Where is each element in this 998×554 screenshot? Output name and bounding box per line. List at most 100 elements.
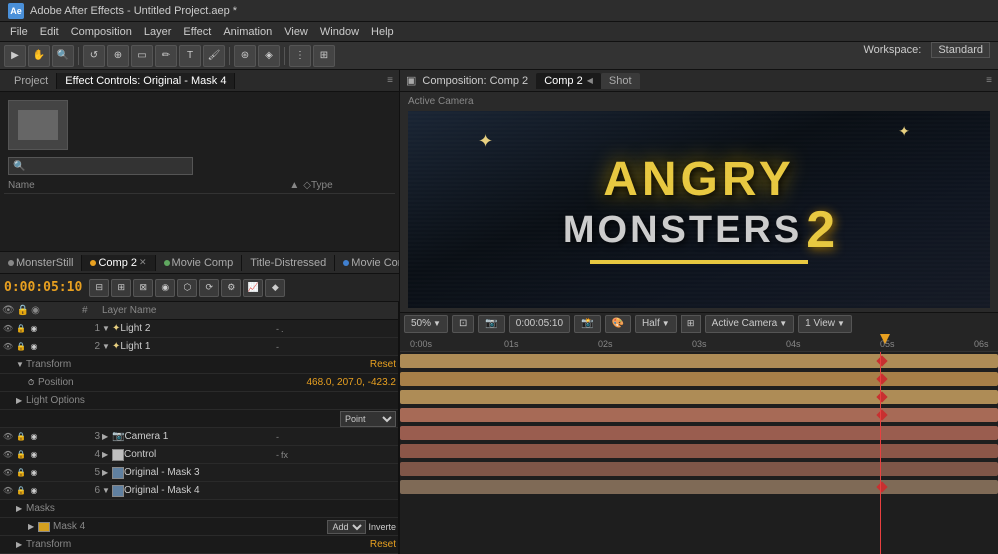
snapshot-btn[interactable]: 📷 (478, 315, 504, 333)
tool-brush[interactable]: 🖌 (203, 45, 225, 67)
position-stopwatch[interactable]: ⏱ (28, 378, 38, 388)
camera-view-btn[interactable]: Active Camera ▼ (705, 315, 795, 333)
layer3-icon3[interactable]: ◉ (28, 431, 40, 443)
btn-graph[interactable]: 📈 (243, 279, 263, 297)
tab-close-comp2[interactable]: ✕ (139, 257, 147, 268)
sub-transform-2[interactable]: ▶ Transform Reset (0, 536, 398, 554)
layer2-icon3[interactable]: ◉ (28, 341, 40, 353)
layer-row-control[interactable]: 👁 🔒 ◉ 4 ▶ Control - fx (0, 446, 398, 464)
btn-expand[interactable]: ⊞ (111, 279, 131, 297)
btn-settings[interactable]: ⚙ (221, 279, 241, 297)
tab-effect-controls[interactable]: Effect Controls: Original - Mask 4 (57, 73, 235, 89)
search-input[interactable] (25, 157, 185, 175)
expand-arrow-light-options[interactable]: ▶ (16, 396, 26, 405)
tool-zoom[interactable]: 🔍 (52, 45, 74, 67)
reset-transform[interactable]: Reset (370, 359, 396, 370)
menu-help[interactable]: Help (365, 24, 400, 40)
workspace-value[interactable]: Standard (931, 42, 990, 58)
sub-position[interactable]: ⏱ Position 468.0, 207.0, -423.2 (0, 374, 398, 392)
layer-row-camera1[interactable]: 👁 🔒 ◉ 3 ▶ 📷 Camera 1 - (0, 428, 398, 446)
tab-project[interactable]: Project (6, 73, 57, 89)
layer-row-mask3[interactable]: 👁 🔒 ◉ 5 ▶ Original - Mask 3 (0, 464, 398, 482)
zoom-btn[interactable]: 50% ▼ (404, 315, 448, 333)
btn-collapse[interactable]: ⊠ (133, 279, 153, 297)
layer-row-light2[interactable]: 👁 🔒 ◉ 1 ▼ ✦ Light 2 - . (0, 320, 398, 338)
tool-rotobrush[interactable]: ⊛ (234, 45, 256, 67)
layer5-icon2[interactable]: 🔒 (15, 467, 27, 479)
sub-masks[interactable]: ▶ Masks (0, 500, 398, 518)
timecode-btn[interactable]: 0:00:05:10 (509, 315, 570, 333)
timecode-display[interactable]: 0:00:05:10 (4, 280, 82, 295)
layer4-icon2[interactable]: 🔒 (15, 449, 27, 461)
tool-text[interactable]: T (179, 45, 201, 67)
layer-4-prop1[interactable]: - (276, 450, 279, 460)
expand-arrow-1[interactable]: ▼ (102, 324, 112, 333)
menu-effect[interactable]: Effect (177, 24, 217, 40)
comp-menu-btn[interactable]: ≡ (986, 75, 992, 86)
comp-tab-shot[interactable]: Shot (601, 73, 640, 89)
layer1-icon2[interactable]: 🔒 (15, 323, 27, 335)
tool-puppet[interactable]: ◈ (258, 45, 280, 67)
menu-layer[interactable]: Layer (138, 24, 178, 40)
sub-mask4[interactable]: ▶ Mask 4 Add Inverte (0, 518, 398, 536)
quality-btn[interactable]: Half ▼ (635, 315, 677, 333)
layer-1-prop2[interactable]: . (281, 324, 284, 334)
tab-comp2[interactable]: Comp 2 ✕ (82, 255, 155, 271)
expand-arrow-mask4[interactable]: ▶ (28, 522, 38, 531)
btn-motion[interactable]: ⟳ (199, 279, 219, 297)
menu-file[interactable]: File (4, 24, 34, 40)
layer-4-fx[interactable]: fx (281, 450, 288, 460)
mask-add-dropdown[interactable]: Add (327, 520, 366, 534)
tool-rect[interactable]: ▭ (131, 45, 153, 67)
layer3-icon2[interactable]: 🔒 (15, 431, 27, 443)
expand-arrow-2[interactable]: ▼ (102, 342, 112, 351)
tab-monsterstill[interactable]: MonsterStill (0, 255, 82, 271)
comp-tab-comp2[interactable]: Comp 2 ◀ (536, 73, 601, 89)
btn-solo[interactable]: ◉ (155, 279, 175, 297)
camera-snapshot-btn[interactable]: 📸 (574, 315, 600, 333)
menu-window[interactable]: Window (314, 24, 365, 40)
layer-row-mask4[interactable]: 👁 🔒 ◉ 6 ▼ Original - Mask 4 (0, 482, 398, 500)
expand-arrow-3[interactable]: ▶ (102, 432, 112, 441)
tool-pen[interactable]: ✏ (155, 45, 177, 67)
views-btn[interactable]: 1 View ▼ (798, 315, 852, 333)
menu-view[interactable]: View (278, 24, 314, 40)
invert-btn[interactable]: Inverte (368, 522, 396, 532)
layer-3-prop1[interactable]: - (276, 432, 279, 442)
menu-edit[interactable]: Edit (34, 24, 65, 40)
menu-animation[interactable]: Animation (217, 24, 278, 40)
expand-arrow-5[interactable]: ▶ (102, 468, 112, 477)
eye-icon-4[interactable]: 👁 (2, 449, 14, 461)
layer5-icon3[interactable]: ◉ (28, 467, 40, 479)
tool-misc1[interactable]: ⋮ (289, 45, 311, 67)
tool-misc2[interactable]: ⊞ (313, 45, 335, 67)
layer-1-prop1[interactable]: - (276, 324, 279, 334)
reset-transform-2[interactable]: Reset (370, 539, 396, 550)
sub-light-options[interactable]: ▶ Light Options (0, 392, 398, 410)
tool-select[interactable]: ▶ (4, 45, 26, 67)
tool-anchor[interactable]: ⊕ (107, 45, 129, 67)
layer1-icon3[interactable]: ◉ (28, 323, 40, 335)
expand-arrow-4[interactable]: ▶ (102, 450, 112, 459)
eye-icon-5[interactable]: 👁 (2, 467, 14, 479)
eye-icon-1[interactable]: 👁 (2, 323, 14, 335)
layer4-icon3[interactable]: ◉ (28, 449, 40, 461)
layer6-icon2[interactable]: 🔒 (15, 485, 27, 497)
layer2-icon2[interactable]: 🔒 (15, 341, 27, 353)
fit-btn[interactable]: ⊡ (452, 315, 474, 333)
point-dropdown[interactable]: Point Spot Ambient (340, 411, 396, 427)
menu-composition[interactable]: Composition (65, 24, 138, 40)
grid-btn[interactable]: ⊞ (681, 315, 701, 333)
btn-stagger[interactable]: ⊟ (89, 279, 109, 297)
tool-rotate[interactable]: ↺ (83, 45, 105, 67)
color-btn[interactable]: 🎨 (605, 315, 631, 333)
expand-arrow-transform-2[interactable]: ▶ (16, 540, 26, 549)
layer6-icon3[interactable]: ◉ (28, 485, 40, 497)
expand-arrow-masks[interactable]: ▶ (16, 504, 26, 513)
eye-icon-6[interactable]: 👁 (2, 485, 14, 497)
eye-icon-3[interactable]: 👁 (2, 431, 14, 443)
tool-hand[interactable]: ✋ (28, 45, 50, 67)
comp-tab-arrow[interactable]: ◀ (587, 76, 593, 85)
tab-moviecomp2[interactable]: Movie Comp 2 (335, 255, 399, 271)
sub-transform[interactable]: ▼ Transform Reset (0, 356, 398, 374)
